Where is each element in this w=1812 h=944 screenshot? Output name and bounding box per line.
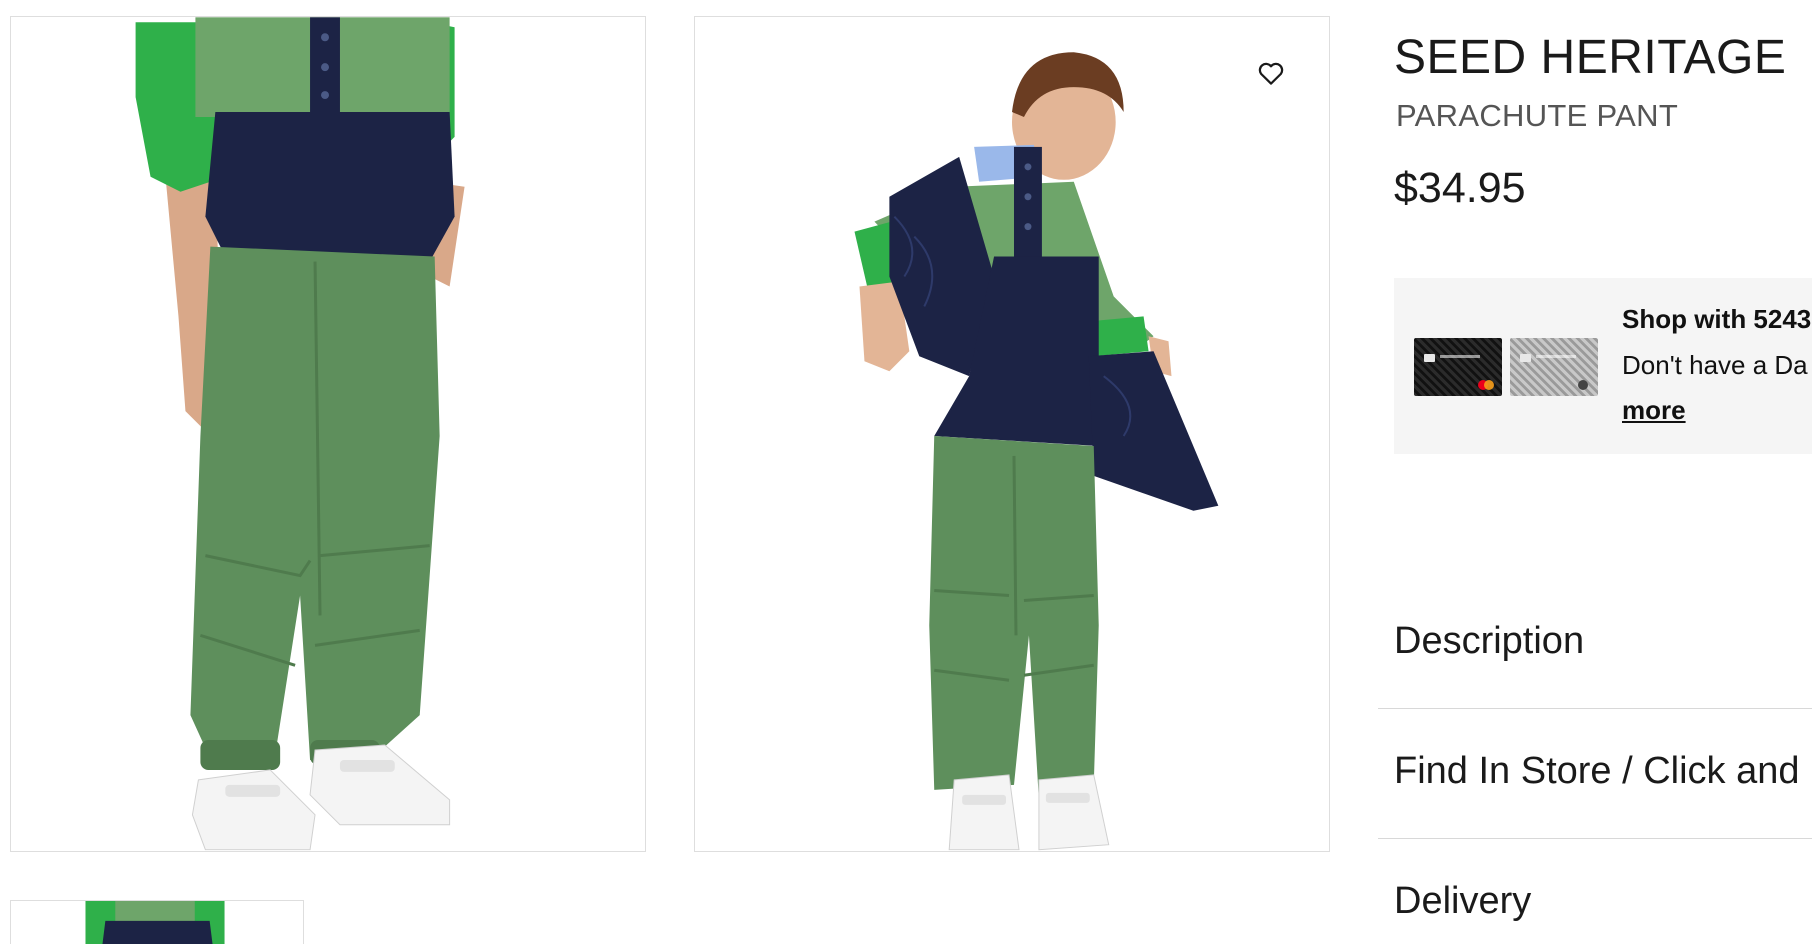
- product-photo-full: [854, 52, 1219, 851]
- accordion-description[interactable]: Description: [1378, 590, 1812, 709]
- product-photo-cropped: [135, 17, 465, 851]
- accordion-delivery[interactable]: Delivery: [1378, 840, 1812, 944]
- accordion-find-in-store[interactable]: Find In Store / Click and: [1378, 710, 1812, 839]
- black-card-image: [1414, 338, 1502, 396]
- product-name: PARACHUTE PANT: [1396, 98, 1679, 133]
- thumbnail-1[interactable]: [10, 900, 304, 944]
- product-image-1[interactable]: [10, 16, 646, 852]
- silver-card-image: [1510, 338, 1598, 396]
- wishlist-button[interactable]: [1254, 56, 1288, 90]
- product-brand: SEED HERITAGE: [1394, 31, 1787, 84]
- product-price: $34.95: [1394, 164, 1526, 212]
- accordion-label: Description: [1394, 620, 1585, 662]
- product-page: SEED HERITAGE PARACHUTE PANT $34.95 Shop…: [0, 0, 1812, 944]
- thumbnail-photo: [85, 901, 225, 944]
- promo-subtitle: Don't have a Da: [1622, 350, 1808, 380]
- heart-outline-icon: [1258, 62, 1284, 85]
- promo-title: Shop with 5243: [1622, 304, 1812, 334]
- accordion-label: Delivery: [1394, 880, 1532, 922]
- product-image-2[interactable]: [694, 16, 1330, 852]
- credit-card-promo: Shop with 5243 Don't have a Da more: [1394, 278, 1812, 454]
- promo-learn-more-link[interactable]: more: [1622, 395, 1686, 426]
- accordion-label: Find In Store / Click and: [1394, 750, 1800, 792]
